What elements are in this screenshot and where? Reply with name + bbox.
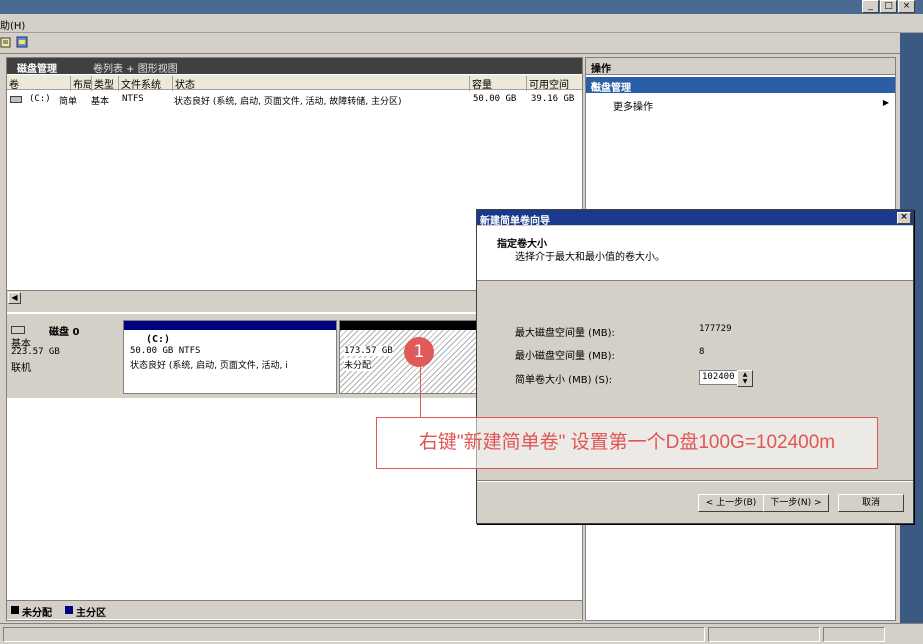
volume-list-header: 卷 布局 类型 文件系统 状态 容量 可用空间 xyxy=(7,75,582,91)
cell-capacity: 50.00 GB xyxy=(473,94,517,104)
cancel-button[interactable]: 取消 xyxy=(838,494,904,512)
properties-icon[interactable] xyxy=(0,36,12,48)
min-size-value: 8 xyxy=(699,347,705,357)
menu-help[interactable]: 助(H) xyxy=(0,17,25,32)
col-layout[interactable]: 布局 xyxy=(70,76,93,91)
next-button[interactable]: 下一步(N) > xyxy=(763,494,829,512)
unallocated-swatch xyxy=(11,606,19,614)
annotation-step-number: 1 xyxy=(404,337,434,367)
partition-c[interactable]: (C:) 50.00 GB NTFS 状态良好 (系统, 启动, 页面文件, 活… xyxy=(123,320,337,394)
legend-primary: 主分区 xyxy=(76,608,106,619)
max-size-value: 177729 xyxy=(699,324,732,334)
wizard-subheading: 选择介于最大和最小值的卷大小。 xyxy=(515,252,665,263)
window-controls: _ □ × xyxy=(862,0,915,13)
wizard-title: 新建简单卷向导 xyxy=(480,216,550,227)
status-pane-2 xyxy=(708,627,820,642)
unallocated-bar xyxy=(340,321,478,330)
annotation-leader-line xyxy=(420,365,421,417)
disk-icon xyxy=(10,96,22,103)
legend-unallocated: 未分配 xyxy=(22,608,52,619)
partition-size: 50.00 GB NTFS xyxy=(130,346,201,356)
status-bar xyxy=(0,623,923,644)
cell-type: 基本 xyxy=(91,97,110,107)
wizard-separator xyxy=(477,480,913,482)
close-button[interactable]: × xyxy=(898,0,915,13)
unallocated-status: 未分配 xyxy=(344,358,372,371)
annotation-callout: 右键"新建简单卷" 设置第一个D盘100G=102400m xyxy=(376,417,878,469)
submenu-arrow-icon: ▶ xyxy=(882,98,889,107)
toolbar xyxy=(0,33,923,54)
cell-filesystem: NTFS xyxy=(122,94,144,104)
cell-free: 39.16 GB xyxy=(531,94,575,104)
col-capacity[interactable]: 容量 xyxy=(469,76,492,91)
partition-status: 状态良好 (系统, 启动, 页面文件, 活动, i xyxy=(130,361,288,371)
help-icon[interactable] xyxy=(16,36,28,48)
primary-swatch xyxy=(65,606,73,614)
more-actions-label: 更多操作 xyxy=(613,102,653,113)
new-simple-volume-wizard: 新建简单卷向导 × 指定卷大小 选择介于最大和最小值的卷大小。 最大磁盘空间量 … xyxy=(476,209,914,524)
col-free[interactable]: 可用空间 xyxy=(526,76,569,91)
col-type[interactable]: 类型 xyxy=(91,76,114,91)
disk-0-label[interactable]: 磁盘 0 基本 223.57 GB 联机 xyxy=(9,318,119,398)
actions-title-text: 操作 xyxy=(591,64,611,75)
legend: 未分配 主分区 xyxy=(7,600,582,619)
menubar: 助(H) xyxy=(0,14,923,33)
primary-partition-bar xyxy=(124,321,336,330)
minimize-button[interactable]: _ xyxy=(862,0,879,13)
volume-size-label: 简单卷大小 (MB) (S): xyxy=(515,375,613,386)
window-titlebar: _ □ × xyxy=(0,0,923,14)
min-size-label: 最小磁盘空间量 (MB): xyxy=(515,351,615,362)
wizard-header: 指定卷大小 选择介于最大和最小值的卷大小。 xyxy=(477,226,913,281)
cell-layout: 简单 xyxy=(59,97,78,107)
volume-size-input[interactable]: 102400 xyxy=(699,370,738,385)
maximize-button[interactable]: □ xyxy=(880,0,897,13)
actions-title: 操作 xyxy=(586,58,895,75)
disk-size: 223.57 GB xyxy=(11,347,60,357)
cell-status: 状态良好 (系统, 启动, 页面文件, 活动, 故障转储, 主分区) xyxy=(174,97,402,107)
disk-icon xyxy=(11,326,25,334)
wizard-titlebar: 新建简单卷向导 × xyxy=(477,210,913,227)
cell-volume: (C:) xyxy=(29,94,51,104)
partition-label: (C:) xyxy=(146,334,171,345)
actions-section-disk-management[interactable]: 磁盘管理 ▲ xyxy=(586,77,895,94)
max-size-label: 最大磁盘空间量 (MB): xyxy=(515,328,615,339)
close-icon[interactable]: × xyxy=(897,212,911,224)
disk-state: 联机 xyxy=(11,363,31,374)
table-row[interactable]: (C:) 简单 基本 NTFS 状态良好 (系统, 启动, 页面文件, 活动, … xyxy=(7,93,582,107)
scroll-left-icon[interactable]: ◀ xyxy=(8,292,21,304)
unallocated-size: 173.57 GB xyxy=(344,346,393,356)
back-button[interactable]: < 上一步(B) xyxy=(698,494,764,512)
pane-header: 磁盘管理 卷列表 + 图形视图 xyxy=(7,58,582,75)
collapse-up-icon[interactable]: ▲ xyxy=(591,79,889,88)
view-mode: 卷列表 + 图形视图 xyxy=(93,64,178,75)
more-actions-item[interactable]: 更多操作 ▶ xyxy=(586,95,895,113)
col-status[interactable]: 状态 xyxy=(172,76,469,91)
disk-name: 磁盘 0 xyxy=(49,327,80,338)
size-spinner[interactable]: ▲ ▼ xyxy=(737,370,753,387)
pane-title: 磁盘管理 xyxy=(17,64,57,75)
status-pane-3 xyxy=(823,627,885,642)
col-filesystem[interactable]: 文件系统 xyxy=(118,76,161,91)
col-volume[interactable]: 卷 xyxy=(7,76,19,91)
status-pane-1 xyxy=(3,627,705,642)
